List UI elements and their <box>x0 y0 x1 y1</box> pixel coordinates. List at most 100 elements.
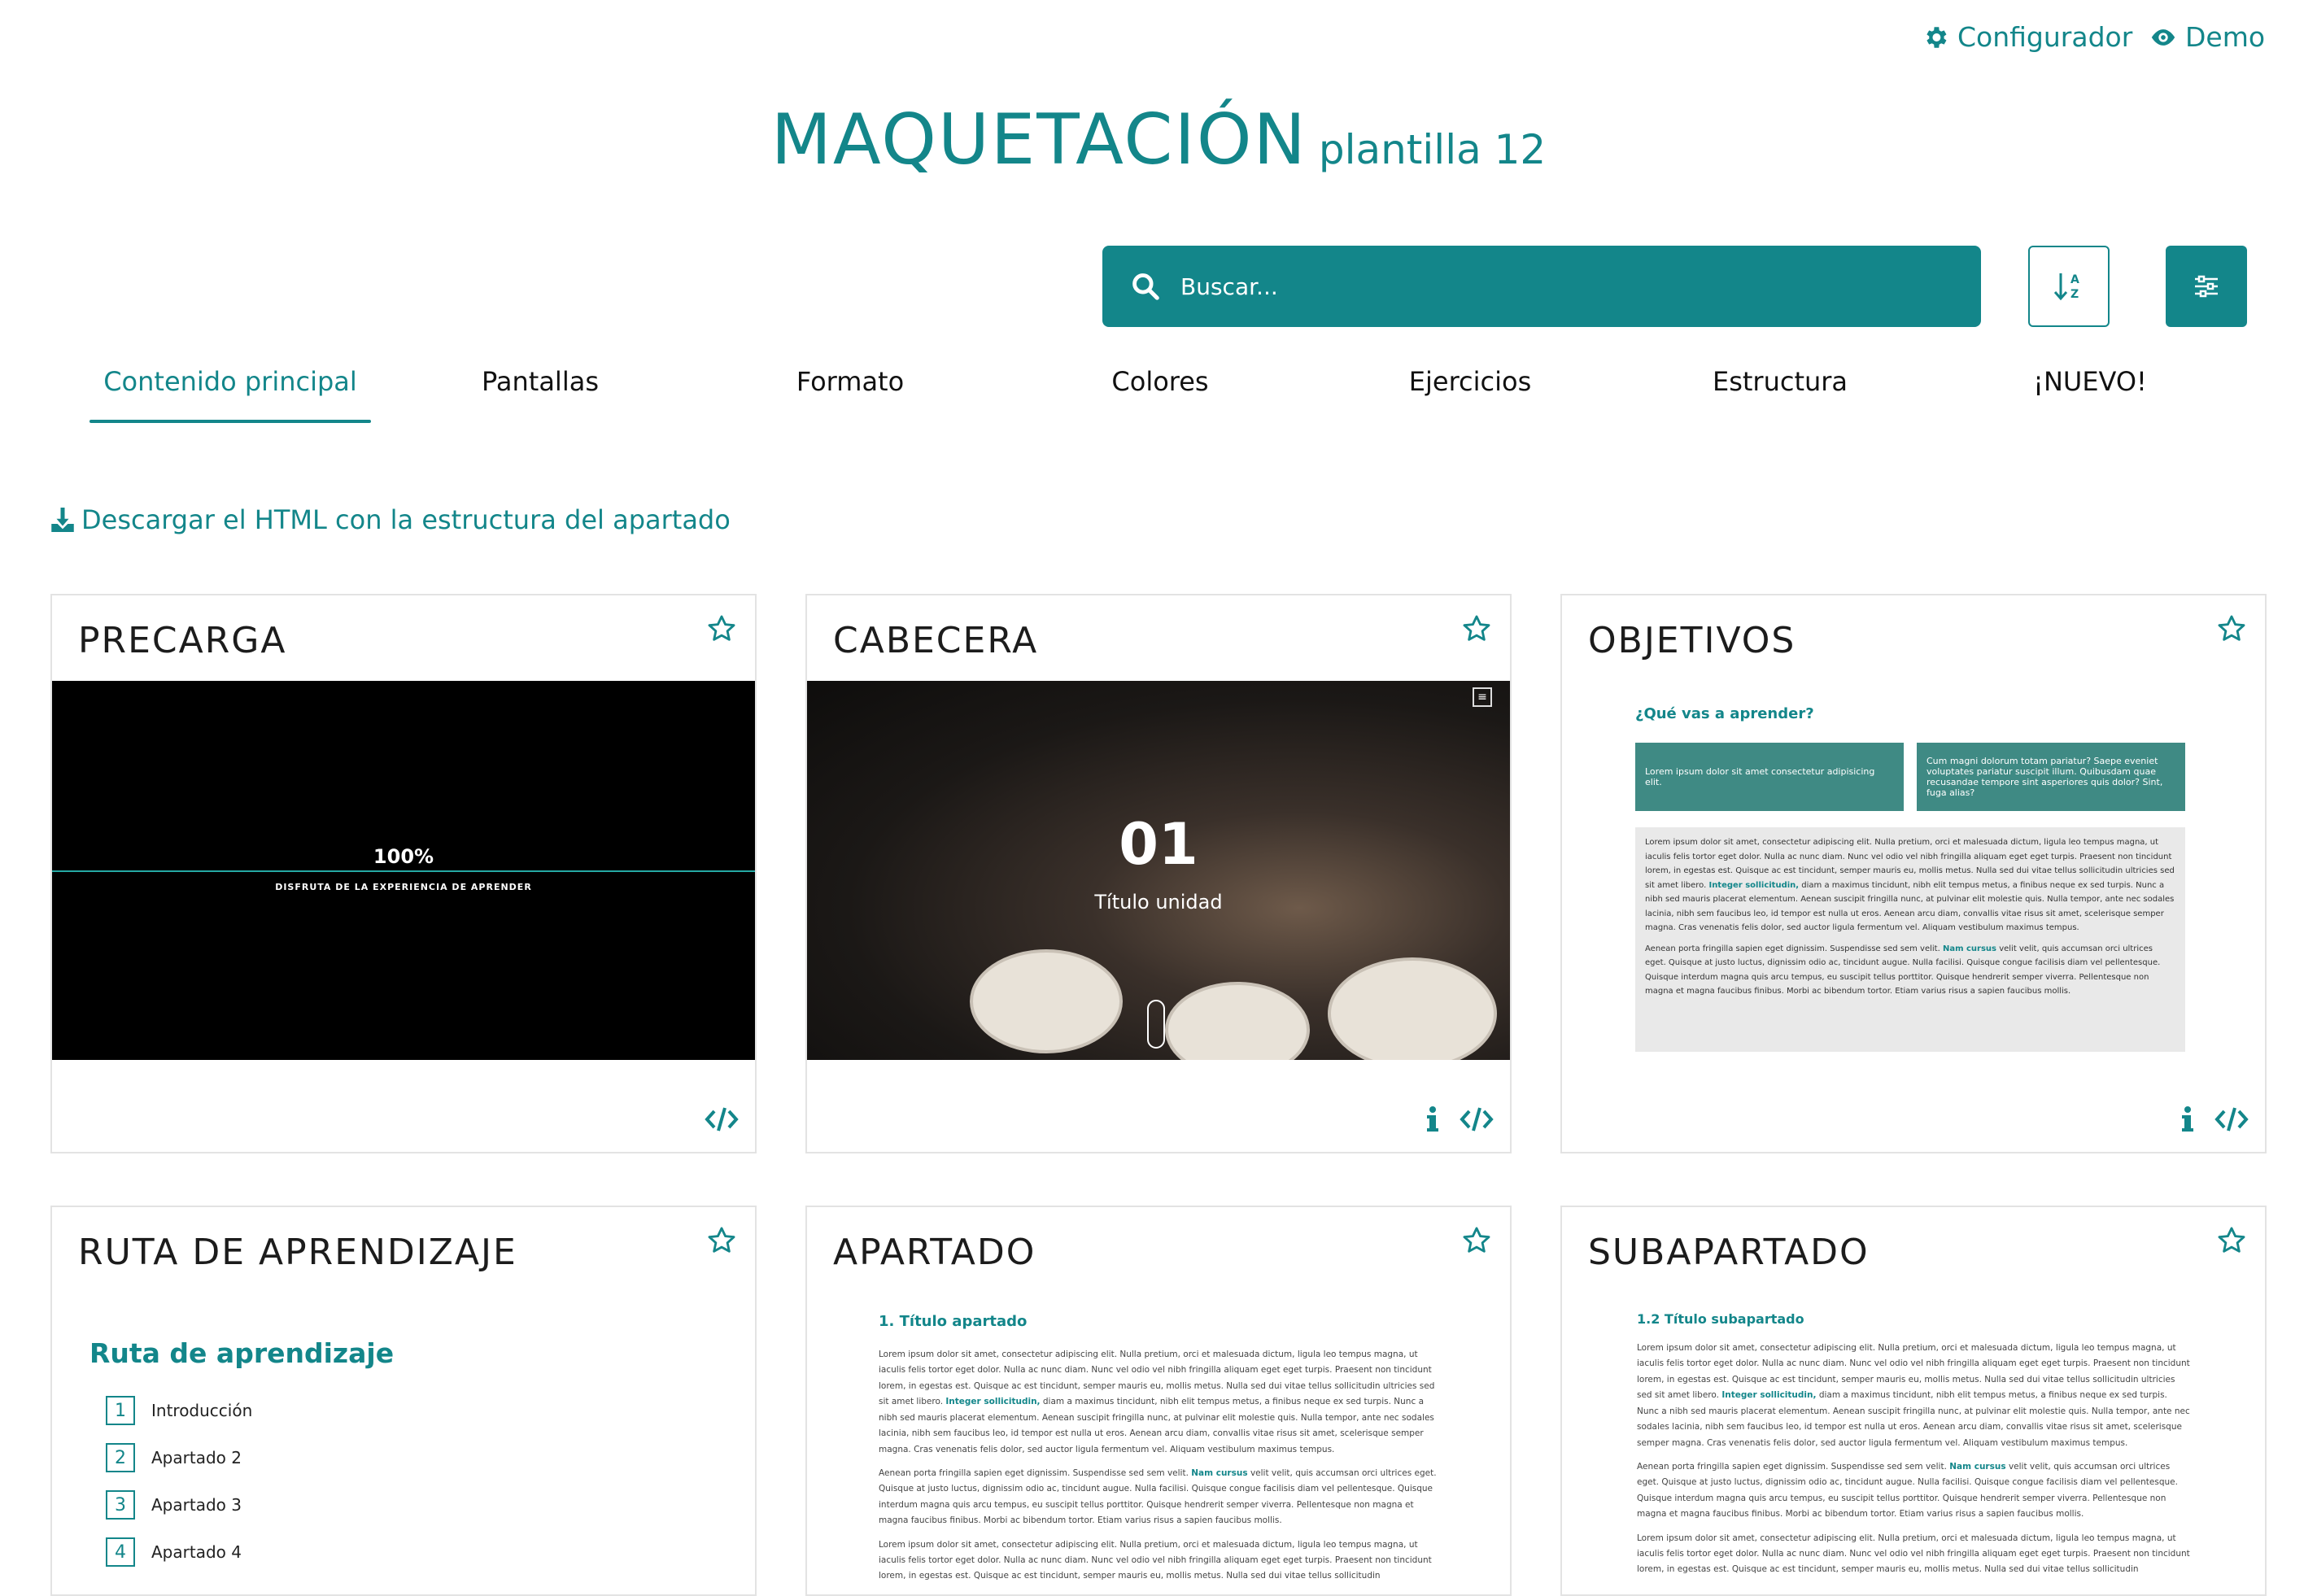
sort-button[interactable]: A Z <box>2028 246 2110 327</box>
card-title: APARTADO <box>833 1232 1036 1273</box>
active-tab-indicator <box>89 420 371 423</box>
tab-pantallas[interactable]: Pantallas <box>482 366 599 397</box>
tab-formato[interactable]: Formato <box>796 366 904 397</box>
list-item-number: 4 <box>106 1537 135 1567</box>
gear-icon <box>1926 26 1947 48</box>
plate-image <box>970 949 1123 1053</box>
paragraph-text: Lorem ipsum dolor sit amet, consectetur … <box>879 1539 1432 1581</box>
inline-link[interactable]: Integer sollicitudin, <box>1708 881 1799 890</box>
section-text: Lorem ipsum dolor sit amet, consectetur … <box>879 1347 1440 1591</box>
list-item: 4 Apartado 4 <box>106 1537 242 1567</box>
demo-label: Demo <box>2185 21 2266 53</box>
card-title: CABECERA <box>833 620 1039 661</box>
download-html-link[interactable]: Descargar el HTML con la estructura del … <box>50 504 731 535</box>
search-icon <box>1132 273 1159 300</box>
paragraph-text: diam a maximus tincidunt, nibh elit temp… <box>1637 1390 2190 1448</box>
demo-link[interactable]: Demo <box>2149 21 2265 53</box>
page-title-main: MAQUETACIÓN <box>770 99 1307 181</box>
search-input[interactable] <box>1179 272 1914 301</box>
filter-button[interactable] <box>2166 246 2247 327</box>
card-title: SUBAPARTADO <box>1588 1232 1870 1273</box>
preview-cabecera: ≡ 01 Título unidad <box>807 681 1510 1060</box>
inline-link[interactable]: Nam cursus <box>1191 1468 1247 1478</box>
unit-title: Título unidad <box>1094 891 1223 914</box>
tab-ejercicios[interactable]: Ejercicios <box>1409 366 1531 397</box>
star-icon[interactable] <box>2216 1225 2247 1256</box>
page-title-subtitle: plantilla 12 <box>1318 126 1547 173</box>
menu-icon[interactable]: ≡ <box>1473 687 1492 707</box>
svg-text:Z: Z <box>2070 288 2079 301</box>
objectives-text: Lorem ipsum dolor sit amet, consectetur … <box>1635 827 2185 1052</box>
code-icon[interactable] <box>1460 1105 1494 1134</box>
card-cabecera[interactable]: CABECERA ≡ 01 Título unidad <box>805 594 1512 1153</box>
paragraph-text: Aenean porta fringilla sapien eget digni… <box>879 1467 1189 1478</box>
objectives-question: ¿Qué vas a aprender? <box>1635 705 1814 722</box>
list-item-label: Apartado 2 <box>151 1448 242 1467</box>
download-icon <box>51 508 74 532</box>
info-icon[interactable] <box>2179 1105 2197 1134</box>
card-subapartado[interactable]: SUBAPARTADO 1.2 Título subapartado Lorem… <box>1560 1206 2267 1596</box>
tab-contenido-principal[interactable]: Contenido principal <box>103 366 357 397</box>
tab-estructura[interactable]: Estructura <box>1713 366 1848 397</box>
section-heading: 1.2 Título subapartado <box>1637 1311 1804 1327</box>
plate-image <box>1165 982 1310 1060</box>
tab-nuevo[interactable]: ¡NUEVO! <box>2033 366 2147 397</box>
configurador-link[interactable]: Configurador <box>1922 21 2132 53</box>
preview-precarga: 100% DISFRUTA DE LA EXPERIENCIA DE APREN… <box>52 681 755 1060</box>
paragraph-text: Aenean porta fringilla sapien eget digni… <box>1637 1461 1947 1472</box>
card-actions <box>705 1105 739 1134</box>
card-objetivos[interactable]: OBJETIVOS ¿Qué vas a aprender? Lorem ips… <box>1560 594 2267 1153</box>
card-apartado[interactable]: APARTADO 1. Título apartado Lorem ipsum … <box>805 1206 1512 1596</box>
card-actions <box>2179 1105 2249 1134</box>
info-icon[interactable] <box>1424 1105 1442 1134</box>
star-icon[interactable] <box>2216 613 2247 644</box>
top-links: Configurador Demo <box>0 21 2317 62</box>
inline-link[interactable]: Integer sollicitudin, <box>1721 1390 1816 1400</box>
inline-link[interactable]: Integer sollicitudin, <box>945 1397 1040 1406</box>
list-item-number: 1 <box>106 1396 135 1425</box>
list-item: 3 Apartado 3 <box>106 1490 242 1520</box>
card-title: OBJETIVOS <box>1588 620 1796 661</box>
objective-box: Cum magni dolorum totam pariatur? Saepe … <box>1917 743 2185 811</box>
preload-percent: 100% <box>373 845 434 868</box>
section-heading: 1. Título apartado <box>879 1313 1028 1330</box>
configurador-label: Configurador <box>1957 21 2133 53</box>
scroll-down-icon[interactable] <box>1147 1000 1165 1049</box>
preload-tagline: DISFRUTA DE LA EXPERIENCIA DE APRENDER <box>275 882 532 892</box>
sort-alpha-icon: A Z <box>2053 273 2079 301</box>
list-item-label: Apartado 4 <box>151 1542 242 1562</box>
list-item-label: Apartado 3 <box>151 1495 242 1515</box>
section-text: Lorem ipsum dolor sit amet, consectetur … <box>1637 1341 2190 1593</box>
list-item-label: Introducción <box>151 1401 253 1420</box>
preview-objetivos: ¿Qué vas a aprender? Lorem ipsum dolor s… <box>1562 681 2265 1060</box>
search-bar[interactable] <box>1102 246 1981 327</box>
card-title: RUTA DE APRENDIZAJE <box>78 1232 517 1273</box>
unit-number: 01 <box>1119 811 1198 878</box>
list-item: 1 Introducción <box>106 1396 252 1425</box>
preload-bar <box>52 870 755 872</box>
star-icon[interactable] <box>706 1225 737 1256</box>
list-item: 2 Apartado 2 <box>106 1443 242 1472</box>
star-icon[interactable] <box>1461 1225 1492 1256</box>
list-item-number: 2 <box>106 1443 135 1472</box>
sliders-icon <box>2195 275 2218 298</box>
card-title: PRECARGA <box>78 620 287 661</box>
card-ruta-de-aprendizaje[interactable]: RUTA DE APRENDIZAJE Ruta de aprendizaje … <box>50 1206 757 1596</box>
eye-icon <box>2151 28 2175 46</box>
tab-bar: Contenido principal Pantallas Formato Co… <box>69 366 2209 423</box>
card-precarga[interactable]: PRECARGA 100% DISFRUTA DE LA EXPERIENCIA… <box>50 594 757 1153</box>
page-title: MAQUETACIÓN plantilla 12 <box>0 99 2317 181</box>
code-icon[interactable] <box>705 1105 739 1134</box>
inline-link[interactable]: Nam cursus <box>1949 1462 2005 1472</box>
plate-image <box>1328 957 1497 1060</box>
svg-text:A: A <box>2070 273 2079 286</box>
inline-link[interactable]: Nam cursus <box>1943 944 1996 953</box>
star-icon[interactable] <box>706 613 737 644</box>
list-item-number: 3 <box>106 1490 135 1520</box>
ruta-heading: Ruta de aprendizaje <box>89 1337 395 1369</box>
star-icon[interactable] <box>1461 613 1492 644</box>
paragraph-text: Lorem ipsum dolor sit amet, consectetur … <box>1637 1533 2190 1575</box>
code-icon[interactable] <box>2214 1105 2249 1134</box>
card-actions <box>1424 1105 1494 1134</box>
tab-colores[interactable]: Colores <box>1111 366 1208 397</box>
